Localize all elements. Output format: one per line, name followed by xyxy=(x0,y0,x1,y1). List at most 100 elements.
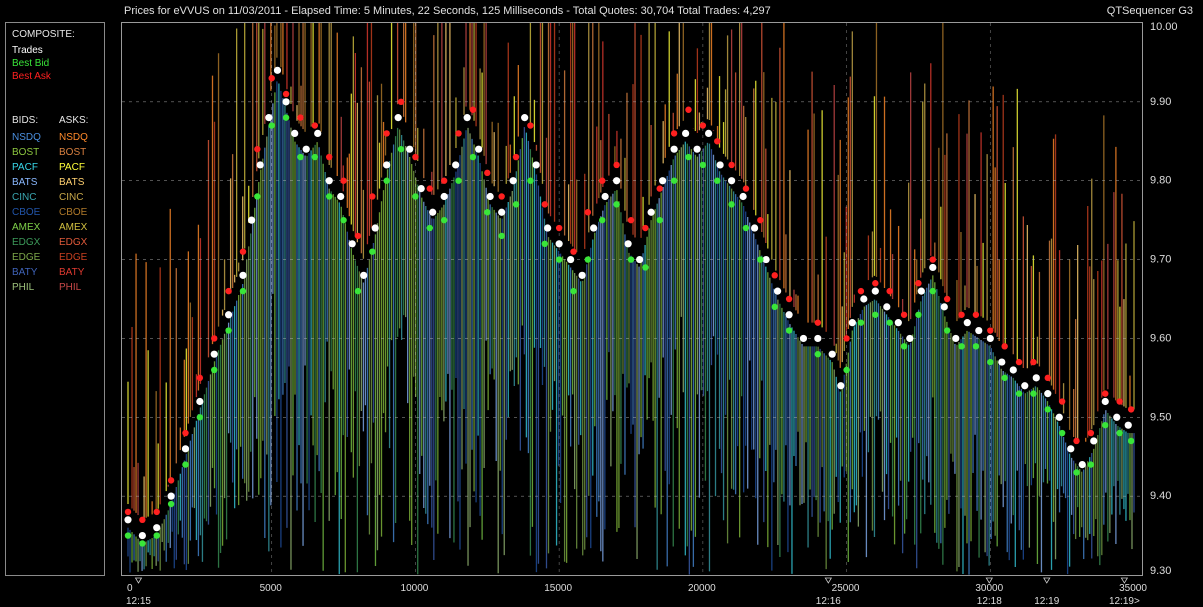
point-best-bid xyxy=(282,114,290,121)
ask-item-bost: BOST xyxy=(59,147,87,158)
point-best-ask xyxy=(369,193,376,200)
composite-item-best-bid: Best Bid xyxy=(12,58,50,69)
point-trades xyxy=(239,271,247,279)
point-trades xyxy=(848,319,856,327)
point-trades xyxy=(762,255,770,264)
point-trades xyxy=(337,192,345,201)
point-best-ask xyxy=(196,374,204,382)
point-best-bid xyxy=(354,287,362,295)
y-tick-label: 9.40 xyxy=(1150,490,1171,502)
point-best-bid xyxy=(412,193,419,200)
point-trades xyxy=(282,98,290,106)
point-best-ask xyxy=(354,232,362,240)
point-best-ask xyxy=(958,311,965,318)
point-best-bid xyxy=(843,366,850,374)
point-best-ask xyxy=(599,177,606,184)
time-label: 12:16 xyxy=(816,596,841,607)
point-best-bid xyxy=(311,153,319,161)
point-best-bid xyxy=(958,343,965,350)
point-trades xyxy=(1113,413,1121,421)
point-best-bid xyxy=(757,256,764,263)
point-best-bid xyxy=(555,256,563,263)
point-trades xyxy=(1032,374,1040,382)
point-best-ask xyxy=(512,153,520,161)
point-trades xyxy=(917,287,925,295)
point-best-bid xyxy=(929,287,936,295)
point-trades xyxy=(739,192,747,201)
bid-item-edgx: EDGX xyxy=(12,237,41,248)
point-trades xyxy=(247,216,256,224)
ask-item-edge: EDGE xyxy=(59,252,88,263)
point-best-bid xyxy=(872,311,879,318)
point-best-bid xyxy=(498,232,505,240)
point-trades xyxy=(383,161,391,169)
point-trades xyxy=(225,311,233,319)
point-best-ask xyxy=(771,272,778,279)
point-best-bid xyxy=(915,311,922,318)
point-best-bid xyxy=(972,343,980,350)
point-best-ask xyxy=(1001,343,1008,350)
price-chart xyxy=(121,22,1143,576)
point-best-ask xyxy=(326,153,333,161)
point-best-ask xyxy=(857,287,865,295)
point-best-ask xyxy=(1015,358,1023,366)
header-bar: Prices for eVVUS on 11/03/2011 - Elapsed… xyxy=(0,0,1203,22)
time-label: 12:18 xyxy=(977,596,1002,607)
point-best-ask xyxy=(455,130,462,137)
point-trades xyxy=(555,240,563,248)
point-trades xyxy=(906,334,914,343)
point-best-ask xyxy=(297,114,304,121)
ask-item-edgx: EDGX xyxy=(59,237,88,248)
time-marker-icon xyxy=(1043,577,1051,584)
point-trades xyxy=(1090,437,1098,445)
ask-item-baty: BATY xyxy=(59,267,85,278)
point-best-bid xyxy=(771,303,778,311)
x-tick-label: 5000 xyxy=(260,583,283,594)
point-best-ask xyxy=(915,280,922,287)
bid-item-cinc: CINC xyxy=(12,192,37,203)
point-best-ask xyxy=(584,209,592,216)
point-trades xyxy=(325,177,333,185)
x-tick-label: 35000 xyxy=(1119,583,1147,594)
point-best-bid xyxy=(656,216,663,224)
point-trades xyxy=(265,114,273,122)
point-best-bid xyxy=(512,201,520,208)
point-best-ask xyxy=(555,224,563,232)
point-trades xyxy=(636,255,644,264)
point-trades xyxy=(417,185,425,193)
point-trades xyxy=(799,334,808,343)
point-trades xyxy=(291,129,299,137)
point-trades xyxy=(590,224,598,232)
point-best-bid xyxy=(1015,390,1023,397)
point-trades xyxy=(463,114,471,122)
point-best-bid xyxy=(211,366,218,374)
point-trades xyxy=(509,177,517,185)
point-best-ask xyxy=(929,256,936,263)
point-trades xyxy=(124,516,132,524)
point-best-bid xyxy=(1087,461,1095,468)
point-best-ask xyxy=(527,122,534,129)
composite-item-best-ask: Best Ask xyxy=(12,71,51,82)
point-best-bid xyxy=(239,287,247,295)
point-trades xyxy=(828,350,836,358)
point-trades xyxy=(894,319,902,327)
point-trades xyxy=(929,263,937,272)
point-best-bid xyxy=(426,224,433,232)
point-trades xyxy=(1055,413,1063,421)
point-best-ask xyxy=(440,177,448,184)
point-best-ask xyxy=(843,335,850,342)
point-best-bid xyxy=(1073,469,1080,476)
ask-item-cinc: CINC xyxy=(59,192,84,203)
bid-item-baty: BATY xyxy=(12,267,38,278)
point-trades xyxy=(1101,397,1109,406)
point-trades xyxy=(624,240,632,248)
point-best-ask xyxy=(1102,390,1109,397)
point-trades xyxy=(486,192,494,201)
point-best-bid xyxy=(268,122,275,129)
time-label: 12:19 xyxy=(1034,596,1059,607)
point-best-ask xyxy=(943,295,951,303)
point-best-ask xyxy=(383,130,390,137)
point-trades xyxy=(429,208,437,216)
point-best-bid xyxy=(196,414,204,421)
point-trades xyxy=(940,303,948,311)
